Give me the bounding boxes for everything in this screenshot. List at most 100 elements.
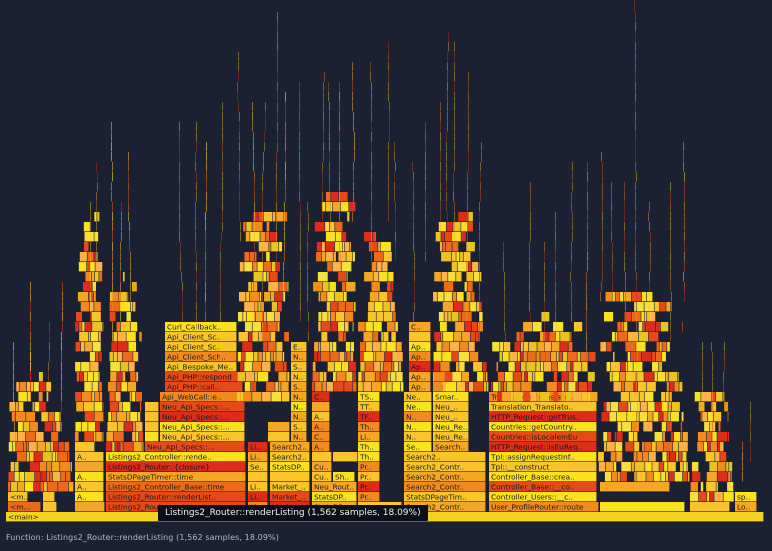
frame-rect[interactable] <box>723 492 734 502</box>
frame-rect[interactable] <box>312 452 332 462</box>
frame-rect[interactable] <box>284 242 285 252</box>
frame-rect[interactable] <box>77 292 89 302</box>
frame-cell-1781[interactable] <box>13 372 14 382</box>
frame-cell-962[interactable] <box>637 382 647 392</box>
frame-rect[interactable] <box>517 352 520 362</box>
frame-rect[interactable] <box>477 372 484 382</box>
frame-rect[interactable] <box>346 272 348 282</box>
frame-rect[interactable] <box>677 372 679 382</box>
frame-rect[interactable] <box>61 362 62 372</box>
frame-n-76[interactable]: N.. <box>404 432 432 442</box>
frame-rect[interactable] <box>312 362 316 372</box>
frame-cell-942[interactable] <box>618 402 628 412</box>
frame-cell-285[interactable] <box>87 252 94 262</box>
frame-cell-907[interactable] <box>603 432 608 442</box>
frame-cell-897[interactable] <box>615 442 623 452</box>
frame-rect[interactable] <box>262 392 271 402</box>
frame-proli-49[interactable]: Pr.. <box>358 462 380 472</box>
frame-cell-899[interactable] <box>634 442 640 452</box>
frame-cell-1108[interactable] <box>61 332 62 342</box>
frame-cell-555[interactable] <box>352 252 355 262</box>
frame-rect[interactable] <box>271 302 278 312</box>
frame-rect[interactable] <box>483 382 487 392</box>
frame-rect[interactable] <box>349 242 351 252</box>
frame-rect[interactable] <box>283 352 285 362</box>
frame-rect[interactable] <box>26 442 29 452</box>
frame-cell-168[interactable] <box>58 452 68 462</box>
frame-cell-237[interactable] <box>84 382 92 392</box>
frame-rect[interactable] <box>637 412 639 422</box>
frame-cell-503[interactable] <box>344 352 347 362</box>
frame-rect[interactable] <box>687 472 690 482</box>
frame-cell-809[interactable] <box>570 362 573 372</box>
frame-cell-315[interactable] <box>126 412 130 422</box>
frame-rect[interactable] <box>674 382 679 392</box>
frame-cell-812[interactable] <box>499 352 503 362</box>
frame-cell-248[interactable] <box>90 362 99 372</box>
frame-cell-176[interactable] <box>37 442 46 452</box>
frame-rect[interactable] <box>13 352 14 362</box>
frame-cell-433[interactable] <box>249 292 260 302</box>
frame-rect[interactable] <box>239 262 244 272</box>
frame-cell-709[interactable] <box>476 302 480 312</box>
frame-rect[interactable] <box>333 252 336 262</box>
frame-rect[interactable] <box>80 342 85 352</box>
frame-rect[interactable] <box>342 362 349 372</box>
frame-rect[interactable] <box>95 422 100 432</box>
frame-cell-391[interactable] <box>237 352 242 362</box>
frame-cell-1240[interactable] <box>254 172 255 182</box>
frame-cell-1594[interactable] <box>586 312 587 322</box>
frame-rect[interactable] <box>654 372 657 382</box>
frame-cell-956[interactable] <box>665 392 669 402</box>
frame-rect[interactable] <box>113 332 118 342</box>
frame-cell-828[interactable] <box>589 352 596 362</box>
frame-rect[interactable] <box>258 332 262 342</box>
frame-rect[interactable] <box>75 362 81 372</box>
frame-rect[interactable] <box>371 382 381 392</box>
frame-cell-626[interactable] <box>376 312 384 322</box>
frame-http_iseu-69[interactable]: HTTP_Request::isEuReq.. <box>489 442 597 452</box>
frame-rect[interactable] <box>106 442 112 452</box>
frame-cell-1734[interactable] <box>684 202 685 212</box>
frame-cell-695[interactable] <box>464 322 472 332</box>
frame-rect[interactable] <box>606 402 610 412</box>
frame-cell-431[interactable] <box>238 292 246 302</box>
frame-rect[interactable] <box>353 302 356 312</box>
frame-cell-226[interactable] <box>84 412 94 422</box>
frame-cell-824[interactable] <box>562 352 568 362</box>
frame-cell-734[interactable] <box>456 252 460 262</box>
frame-cell-1604[interactable] <box>587 212 588 222</box>
frame-rect[interactable] <box>128 362 135 372</box>
frame-c-74[interactable]: C.. <box>312 432 330 442</box>
frame-cell-313[interactable] <box>111 412 117 422</box>
frame-rect[interactable] <box>276 342 283 352</box>
frame-rect[interactable] <box>353 112 354 122</box>
frame-cell-1149[interactable] <box>130 282 131 292</box>
frame-rect[interactable] <box>350 342 355 352</box>
frame-rect[interactable] <box>637 382 647 392</box>
frame-rect[interactable] <box>8 442 13 452</box>
frame-rect[interactable] <box>720 452 727 462</box>
frame-rect[interactable] <box>320 342 330 352</box>
frame-cell-773[interactable] <box>504 382 507 392</box>
frame-rect[interactable] <box>330 312 336 322</box>
frame-rect[interactable] <box>381 332 383 342</box>
frame-rect[interactable] <box>88 292 94 302</box>
frame-rect[interactable] <box>30 372 31 382</box>
frame-cell-280[interactable] <box>78 262 87 272</box>
frame-cell-592[interactable] <box>387 372 391 382</box>
frame-neu_-94[interactable]: Neu_.. <box>433 412 469 422</box>
frame-rect[interactable] <box>684 232 685 242</box>
frame-cell-536[interactable] <box>334 292 344 302</box>
frame-rect[interactable] <box>684 212 685 222</box>
frame-rect[interactable] <box>205 262 206 272</box>
frame-cell-957[interactable] <box>669 392 672 402</box>
frame-rect[interactable] <box>642 452 649 462</box>
frame-cell-174[interactable] <box>26 442 29 452</box>
frame-rect[interactable] <box>621 322 624 332</box>
frame-rect[interactable] <box>123 442 133 452</box>
frame-cell-705[interactable] <box>442 302 454 312</box>
frame-rect[interactable] <box>128 202 129 212</box>
frame-cell-246[interactable] <box>75 362 81 372</box>
frame-cell-1086[interactable] <box>716 392 723 402</box>
